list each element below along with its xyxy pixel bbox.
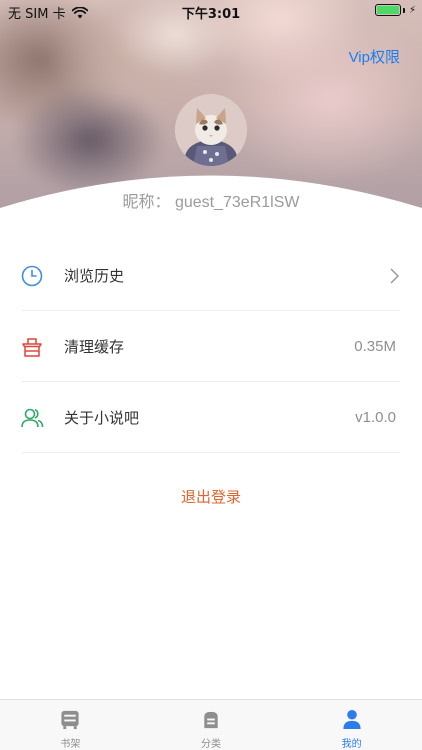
menu-item-about[interactable]: 关于小说吧 v1.0.0 — [0, 382, 422, 453]
status-bar: 无 SIM 卡 下午3:01 ⚡ — [0, 0, 422, 22]
tab-label: 我的 — [341, 739, 362, 750]
chevron-right-icon — [390, 267, 400, 284]
cat-avatar-image — [175, 94, 247, 166]
avatar[interactable] — [175, 94, 247, 166]
nickname-text: 昵称： guest_73eR1lSW — [122, 194, 300, 211]
menu-item-history[interactable]: 浏览历史 — [0, 240, 422, 311]
vip-permission-link[interactable]: Vip权限 — [349, 46, 400, 67]
tab-label: 书架 — [60, 739, 81, 750]
menu-item-label: 关于小说吧 — [64, 409, 140, 427]
tab-bar: 书架 分类 我的 — [0, 699, 422, 750]
profile-icon — [343, 709, 361, 730]
menu-item-label: 浏览历史 — [64, 267, 125, 285]
users-icon — [21, 408, 44, 427]
charging-icon: ⚡ — [408, 4, 416, 16]
tab-category[interactable]: 分类 — [141, 700, 282, 750]
menu-item-clear-cache[interactable]: 清理缓存 0.35M — [0, 311, 422, 382]
cache-size-value: 0.35M — [354, 338, 396, 355]
settings-menu: 浏览历史 清理缓存 0.35M 关于小说吧 v1.0.0 — [0, 240, 422, 453]
battery-tip — [402, 7, 405, 13]
clock-icon — [21, 265, 43, 286]
tab-bookshelf[interactable]: 书架 — [0, 700, 141, 750]
tab-profile[interactable]: 我的 — [281, 700, 422, 750]
logout-button[interactable]: 退出登录 — [0, 486, 422, 507]
battery-icon — [374, 4, 401, 16]
status-right: ⚡ — [374, 4, 416, 16]
status-time: 下午3:01 — [181, 7, 241, 22]
category-icon — [204, 711, 218, 729]
version-value: v1.0.0 — [355, 409, 396, 426]
bookshelf-icon — [61, 710, 79, 730]
basket-icon — [22, 337, 42, 357]
menu-item-label: 清理缓存 — [64, 338, 125, 356]
tab-label: 分类 — [201, 739, 221, 750]
